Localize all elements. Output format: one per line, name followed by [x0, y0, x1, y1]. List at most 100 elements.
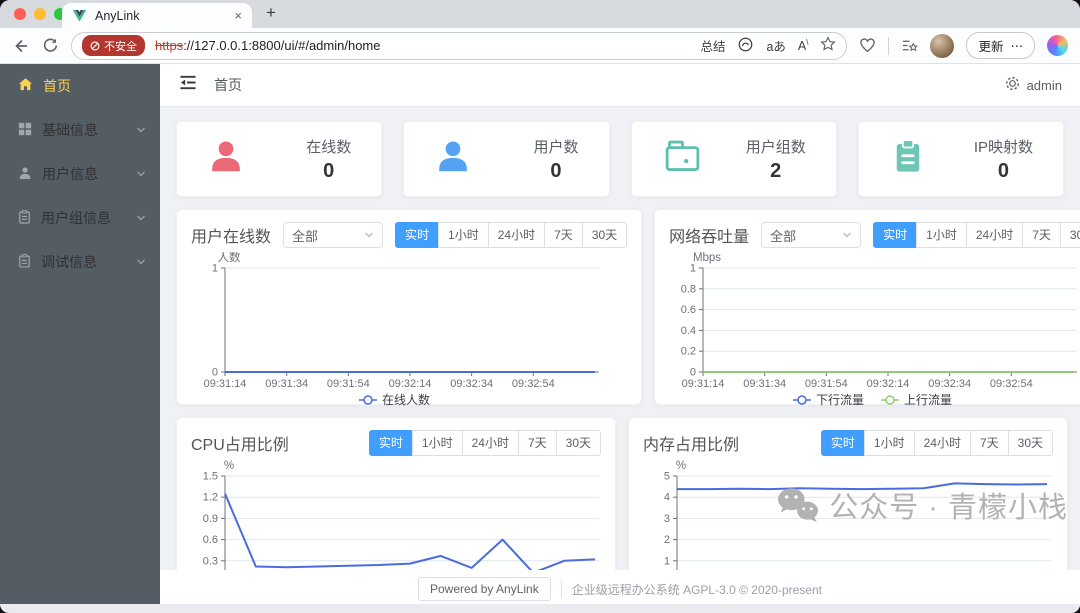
time-range-button-0[interactable]: 实时	[368, 430, 413, 456]
users-online-chart: 人数 0 1 09:31:14 09:31:34 09:31:54 09:32:14 09:3…	[204, 252, 599, 407]
svg-text:1: 1	[212, 263, 218, 275]
home-icon	[18, 77, 33, 95]
svg-text:09:32:34: 09:32:34	[450, 378, 493, 390]
svg-text:09:32:34: 09:32:34	[928, 378, 971, 390]
time-range-button-2[interactable]: 24小时	[965, 222, 1024, 248]
url-text: https://127.0.0.1:8800/ui/#/admin/home	[155, 38, 381, 53]
time-range-button-4[interactable]: 30天	[581, 222, 628, 248]
filter-select-value: 全部	[770, 228, 797, 244]
stat-label: 在线数	[306, 138, 352, 156]
time-range-button-4[interactable]: 30天	[1059, 222, 1080, 248]
browser-window: AnyLink × + 不安全 https://127.0.0.1:8800/u…	[0, 0, 1080, 613]
collapse-sidebar-icon[interactable]	[178, 74, 198, 96]
sidebar-item-home[interactable]: 首页	[0, 64, 160, 108]
time-range-group: 实时1小时24小时7天30天	[820, 430, 1053, 456]
svg-text:人数: 人数	[218, 252, 241, 264]
minimize-window-button[interactable]	[34, 8, 46, 20]
summarize-label[interactable]: 总结	[700, 36, 725, 55]
new-tab-button[interactable]: +	[266, 3, 276, 23]
svg-text:09:31:34: 09:31:34	[743, 378, 786, 390]
time-range-button-1[interactable]: 1小时	[438, 222, 489, 248]
stat-card-user-group-count: 用户组数 2	[630, 121, 837, 197]
time-range-button-3[interactable]: 7天	[517, 430, 557, 456]
time-range-button-2[interactable]: 24小时	[913, 430, 971, 456]
stat-cards: 在线数 0 用户数 0 用户组数 2 IP映射数 0	[176, 121, 1064, 197]
update-button[interactable]: 更新 ⋯	[966, 32, 1035, 59]
panel-title-memory: 内存占用比例	[643, 437, 740, 454]
svg-text:2: 2	[664, 534, 670, 546]
stat-label: IP映射数	[973, 138, 1033, 156]
time-range-button-3[interactable]: 7天	[969, 430, 1009, 456]
grid-icon	[18, 122, 32, 139]
security-badge[interactable]: 不安全	[82, 35, 145, 56]
footer: Powered by AnyLink 企业级远程办公系统 AGPL-3.0 © …	[160, 570, 1080, 608]
copilot-icon[interactable]	[1047, 35, 1068, 56]
time-range-button-0[interactable]: 实时	[820, 430, 865, 456]
svg-text:0: 0	[690, 367, 696, 379]
user-icon	[434, 138, 472, 181]
time-range-button-3[interactable]: 7天	[1022, 222, 1061, 248]
svg-text:0: 0	[212, 367, 218, 379]
copilot-summarize-icon[interactable]	[737, 36, 754, 56]
breadcrumb: 首页	[214, 77, 242, 93]
filter-select[interactable]: 全部	[283, 222, 384, 248]
stat-value: 0	[323, 159, 335, 182]
user-icon	[207, 138, 245, 181]
svg-text:上行流量: 上行流量	[904, 393, 952, 407]
svg-text:1.2: 1.2	[203, 492, 218, 504]
tab-strip: AnyLink × +	[0, 0, 1080, 28]
filter-select[interactable]: 全部	[761, 222, 862, 248]
svg-text:0.3: 0.3	[203, 555, 218, 567]
svg-text:%: %	[224, 460, 234, 472]
address-bar[interactable]: 不安全 https://127.0.0.1:8800/ui/#/admin/ho…	[71, 31, 848, 60]
time-range-button-3[interactable]: 7天	[544, 222, 583, 248]
close-tab-icon[interactable]: ×	[234, 8, 242, 23]
time-range-button-4[interactable]: 30天	[1007, 430, 1053, 456]
back-icon[interactable]	[12, 37, 30, 55]
time-range-group: 实时1小时24小时7天30天	[395, 222, 628, 248]
gear-icon[interactable]	[1005, 76, 1020, 94]
sidebar-item-user-info[interactable]: 用户信息	[0, 152, 160, 196]
time-range-button-4[interactable]: 30天	[555, 430, 601, 456]
svg-text:4: 4	[664, 492, 670, 504]
svg-text:5: 5	[664, 471, 670, 483]
reload-icon[interactable]	[42, 37, 59, 54]
stat-label: 用户组数	[745, 138, 806, 156]
stat-value: 0	[997, 159, 1009, 182]
time-range-button-0[interactable]: 实时	[873, 222, 918, 248]
sidebar-item-user-group-info[interactable]: 用户组信息	[0, 196, 160, 240]
chevron-down-icon	[136, 169, 146, 179]
watermark: 公众号 · 青檬小栈	[775, 484, 1068, 526]
sidebar-item-debug-info[interactable]: 调试信息	[0, 240, 160, 284]
time-range-button-1[interactable]: 1小时	[863, 430, 915, 456]
license-text: 企业级远程办公系统 AGPL-3.0 © 2020-present	[560, 580, 822, 598]
time-range-button-1[interactable]: 1小时	[411, 430, 463, 456]
more-icon[interactable]: ⋯	[1011, 38, 1024, 53]
time-range-button-0[interactable]: 实时	[395, 222, 440, 248]
svg-text:1: 1	[664, 555, 670, 567]
favorites-bar-icon[interactable]	[901, 37, 919, 54]
time-range-button-1[interactable]: 1小时	[916, 222, 967, 248]
sidebar-item-basic-info[interactable]: 基础信息	[0, 108, 160, 152]
chevron-down-icon	[136, 125, 146, 135]
browser-tab[interactable]: AnyLink ×	[62, 3, 252, 28]
favorite-star-icon[interactable]	[820, 36, 837, 55]
close-window-button[interactable]	[14, 8, 26, 20]
translate-icon[interactable]: aあ	[766, 36, 785, 55]
powered-by-link[interactable]: Powered by AnyLink	[418, 577, 551, 601]
time-range-button-2[interactable]: 24小时	[461, 430, 519, 456]
read-aloud-icon[interactable]: A\	[798, 38, 809, 53]
svg-text:0.4: 0.4	[681, 325, 696, 337]
time-range-group: 实时1小时24小时7天30天	[368, 430, 601, 456]
watermark-text: 公众号 · 青檬小栈	[829, 492, 1068, 524]
stat-value: 0	[550, 159, 562, 182]
panel-users-online: 用户在线数 全部 实时 1小时 24小时 7天 30天 人数 0 1 09:31:14 09:3…	[176, 209, 643, 407]
time-range-button-2[interactable]: 24小时	[487, 222, 546, 248]
user-menu[interactable]: admin	[1027, 78, 1062, 93]
svg-text:%: %	[676, 460, 686, 472]
svg-text:3: 3	[664, 513, 670, 525]
tab-title: AnyLink	[95, 8, 140, 23]
browser-essentials-icon[interactable]	[859, 37, 876, 54]
profile-avatar[interactable]	[930, 33, 955, 58]
sidebar-item-label: 用户组信息	[41, 210, 111, 226]
